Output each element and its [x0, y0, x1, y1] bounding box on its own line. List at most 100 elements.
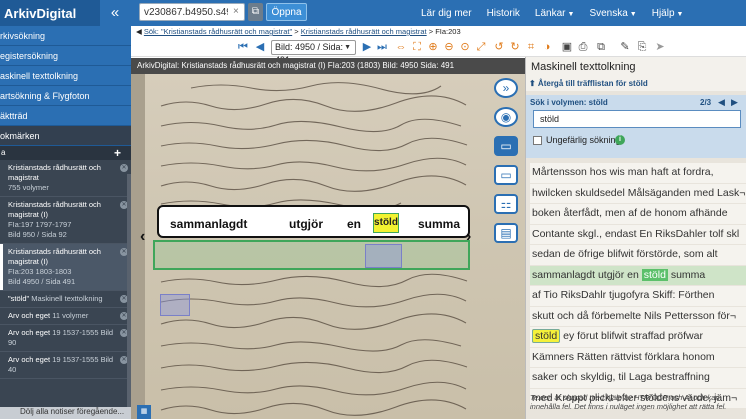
word-token-hit[interactable]: stöld	[373, 213, 399, 233]
next-hit-icon[interactable]: ▶	[731, 97, 738, 108]
transcription-line[interactable]: stöld ey förut blifwit straffad pröfwar	[530, 327, 746, 347]
last-page-icon[interactable]: ⏭	[376, 40, 388, 54]
transcription-line[interactable]: sedan de öfrige blifwit förstörde, som a…	[530, 245, 746, 265]
sidebar-item-machine-transcription[interactable]: askinell texttolkning	[0, 66, 131, 86]
link-icon[interactable]: ⎘	[636, 40, 648, 54]
transcription-text: Mårtensson hos wis man haft at fordra, h…	[530, 163, 746, 409]
word-token[interactable]: en	[347, 217, 361, 231]
document-icon[interactable]: ▤	[494, 223, 518, 243]
back-arrow-icon[interactable]: ◀	[136, 27, 142, 36]
word-token[interactable]: summa	[418, 217, 460, 231]
transcription-line[interactable]: hwilcken skuldsedel Målsäganden med Lask…	[530, 183, 746, 203]
sidebar-item-register-search[interactable]: egistersökning	[0, 46, 131, 66]
history-entry[interactable]: Arv och eget 19 1537-1555 Bild 90 ✕	[0, 325, 131, 352]
side-tools: » ◉ ▭ ▭ ⚏ ▤	[494, 78, 524, 252]
rotate-left-icon[interactable]: ↺	[493, 40, 505, 54]
line-view-icon[interactable]: ▭	[494, 136, 518, 156]
prev-hit-icon[interactable]: ◀	[718, 97, 725, 108]
expand-panel-icon[interactable]: »	[494, 78, 518, 98]
chevron-down-icon: ▼	[629, 10, 637, 18]
search-hit[interactable]: stöld	[532, 329, 561, 343]
first-page-icon[interactable]: ⏮	[237, 40, 249, 54]
history-entry[interactable]: Kristianstads rådhusrätt och magistrat (…	[0, 197, 131, 244]
collapse-sidebar-icon[interactable]: «	[104, 3, 126, 23]
history-entry[interactable]: Kristianstads rådhusrätt och magistrat 7…	[0, 160, 131, 197]
zoom-out-icon[interactable]: ⊖	[443, 40, 455, 54]
zoom-actual-icon[interactable]: ⊙	[459, 40, 471, 54]
nav-links[interactable]: Länkar ▼	[535, 8, 575, 19]
next-page-icon[interactable]: ▶	[361, 40, 373, 54]
info-icon[interactable]: i	[615, 135, 625, 145]
fuzzy-search-label[interactable]: Ungefärlig sökning	[546, 135, 621, 145]
transcription-line-current[interactable]: sammanlagdt utgjör en stöld summa	[530, 265, 746, 285]
volume-search-input[interactable]	[139, 3, 245, 21]
nav-history[interactable]: Historik	[487, 8, 520, 19]
breadcrumb: ◀ Sök: "Kristianstads rådhusrätt och mag…	[131, 26, 746, 38]
transcription-line[interactable]: af Tio RiksDahlr tjugofyra Skiff: Förthe…	[530, 286, 746, 306]
adjust-icon[interactable]: ◑	[541, 40, 553, 54]
selected-line-highlight[interactable]	[153, 240, 470, 270]
next-line-icon[interactable]: ›	[466, 228, 471, 246]
transcription-line[interactable]: Contante skgl., endast En RiksDahler tol…	[530, 224, 746, 244]
sidebar-item-bookmarks[interactable]: okmärken	[0, 126, 131, 146]
copy-icon[interactable]: ⧉	[248, 3, 263, 21]
word-token[interactable]: sammanlagdt	[170, 217, 247, 231]
search-hit-highlight[interactable]	[365, 244, 402, 268]
transcription-line[interactable]: Kämners Rätten rättvist förklara honom	[530, 347, 746, 367]
history-entry[interactable]: "stöld" Maskinell texttolkning ✕	[0, 291, 131, 308]
prev-page-icon[interactable]: ◀	[254, 40, 266, 54]
search-hit[interactable]: stöld	[641, 268, 668, 281]
search-label: Sök i volymen: stöld	[530, 98, 608, 107]
top-nav: Lär dig mer Historik Länkar ▼ Svenska ▼ Hj…	[421, 0, 683, 26]
nav-learn-more[interactable]: Lär dig mer	[421, 8, 472, 19]
viewer-toolbar: ⏮ ◀ Bild: 4950 / Sida: 491 ▼ ▶ ⏭ ⇔ ⛶ ⊕ ⊖…	[131, 38, 746, 65]
eye-icon[interactable]: ◉	[494, 107, 518, 127]
breadcrumb-archive[interactable]: Kristianstads rådhusrätt och magistrat	[301, 27, 427, 36]
rotate-right-icon[interactable]: ↻	[509, 40, 521, 54]
columns-icon[interactable]: ⚏	[494, 194, 518, 214]
text-view-icon[interactable]: ▭	[494, 165, 518, 185]
grid-icon[interactable]: ▦	[137, 405, 151, 419]
sidebar: rkivsökning egistersökning askinell text…	[0, 26, 131, 419]
zoom-in-icon[interactable]: ⊕	[427, 40, 439, 54]
fit-page-icon[interactable]: ⛶	[411, 40, 423, 54]
word-token[interactable]: utgjör	[289, 217, 323, 231]
volume-search-field[interactable]: stöld	[533, 110, 741, 128]
history-entry-active[interactable]: Kristianstads rådhusrätt och magistrat (…	[0, 244, 131, 291]
share-icon[interactable]: ➤	[654, 40, 666, 54]
chevron-down-icon: ▼	[676, 10, 684, 18]
sidebar-item-archive-search[interactable]: rkivsökning	[0, 26, 131, 46]
back-to-results-link[interactable]: ⬆ Återgå till träfflistan för stöld	[526, 77, 746, 91]
page-select[interactable]: Bild: 4950 / Sida: 491 ▼	[271, 40, 356, 65]
tools-icon[interactable]: ✎	[619, 40, 631, 54]
open-button[interactable]: Öppna	[266, 3, 307, 21]
history-entry[interactable]: Arv och eget 11 volymer ✕	[0, 308, 131, 325]
transcription-line[interactable]: saker och skyldig, til Laga bestraffning	[530, 368, 746, 388]
nav-help[interactable]: Hjälp ▼	[652, 8, 684, 19]
search-hit-highlight[interactable]	[160, 294, 190, 316]
print-icon[interactable]: ⎙	[577, 40, 589, 54]
add-icon[interactable]: +	[114, 146, 121, 160]
transcription-line[interactable]: boken återfådt, men af de honom afhände	[530, 204, 746, 224]
sidebar-item-family-tree[interactable]: äktträd	[0, 106, 131, 126]
prev-line-icon[interactable]: ‹	[140, 228, 145, 246]
nav-language[interactable]: Svenska ▼	[589, 8, 636, 19]
fuzzy-search-checkbox[interactable]	[533, 136, 542, 145]
clear-icon[interactable]: ×	[233, 6, 239, 17]
fullscreen-icon[interactable]: ⤢	[475, 40, 487, 54]
chevron-down-icon: ▼	[567, 10, 575, 18]
save-icon[interactable]: ▣	[561, 40, 573, 54]
crop-icon[interactable]: ⌗	[525, 40, 537, 54]
transcription-line[interactable]: Mårtensson hos wis man haft at fordra,	[530, 163, 746, 183]
transcription-line[interactable]: skutt och då förbemelte Nils Pettersson …	[530, 306, 746, 326]
app-logo[interactable]: ArkivDigital	[0, 0, 100, 26]
fit-width-icon[interactable]: ⇔	[395, 40, 407, 54]
close-icon[interactable]: ✕	[120, 164, 128, 172]
history-entry[interactable]: Arv och eget 19 1537-1555 Bild 40 ✕	[0, 352, 131, 379]
top-bar: ArkivDigital « × ⧉ Öppna Lär dig mer His…	[0, 0, 746, 26]
sidebar-item-maps[interactable]: artsökning & Flygfoton	[0, 86, 131, 106]
breadcrumb-search[interactable]: Sök: "Kristianstads rådhusrätt och magis…	[144, 27, 292, 36]
image-title: ArkivDigital: Kristianstads rådhusrätt o…	[131, 58, 525, 74]
sidebar-footer[interactable]: Dölj alla notiser föregående...	[0, 407, 131, 419]
copy-icon[interactable]: ⧉	[595, 40, 607, 54]
